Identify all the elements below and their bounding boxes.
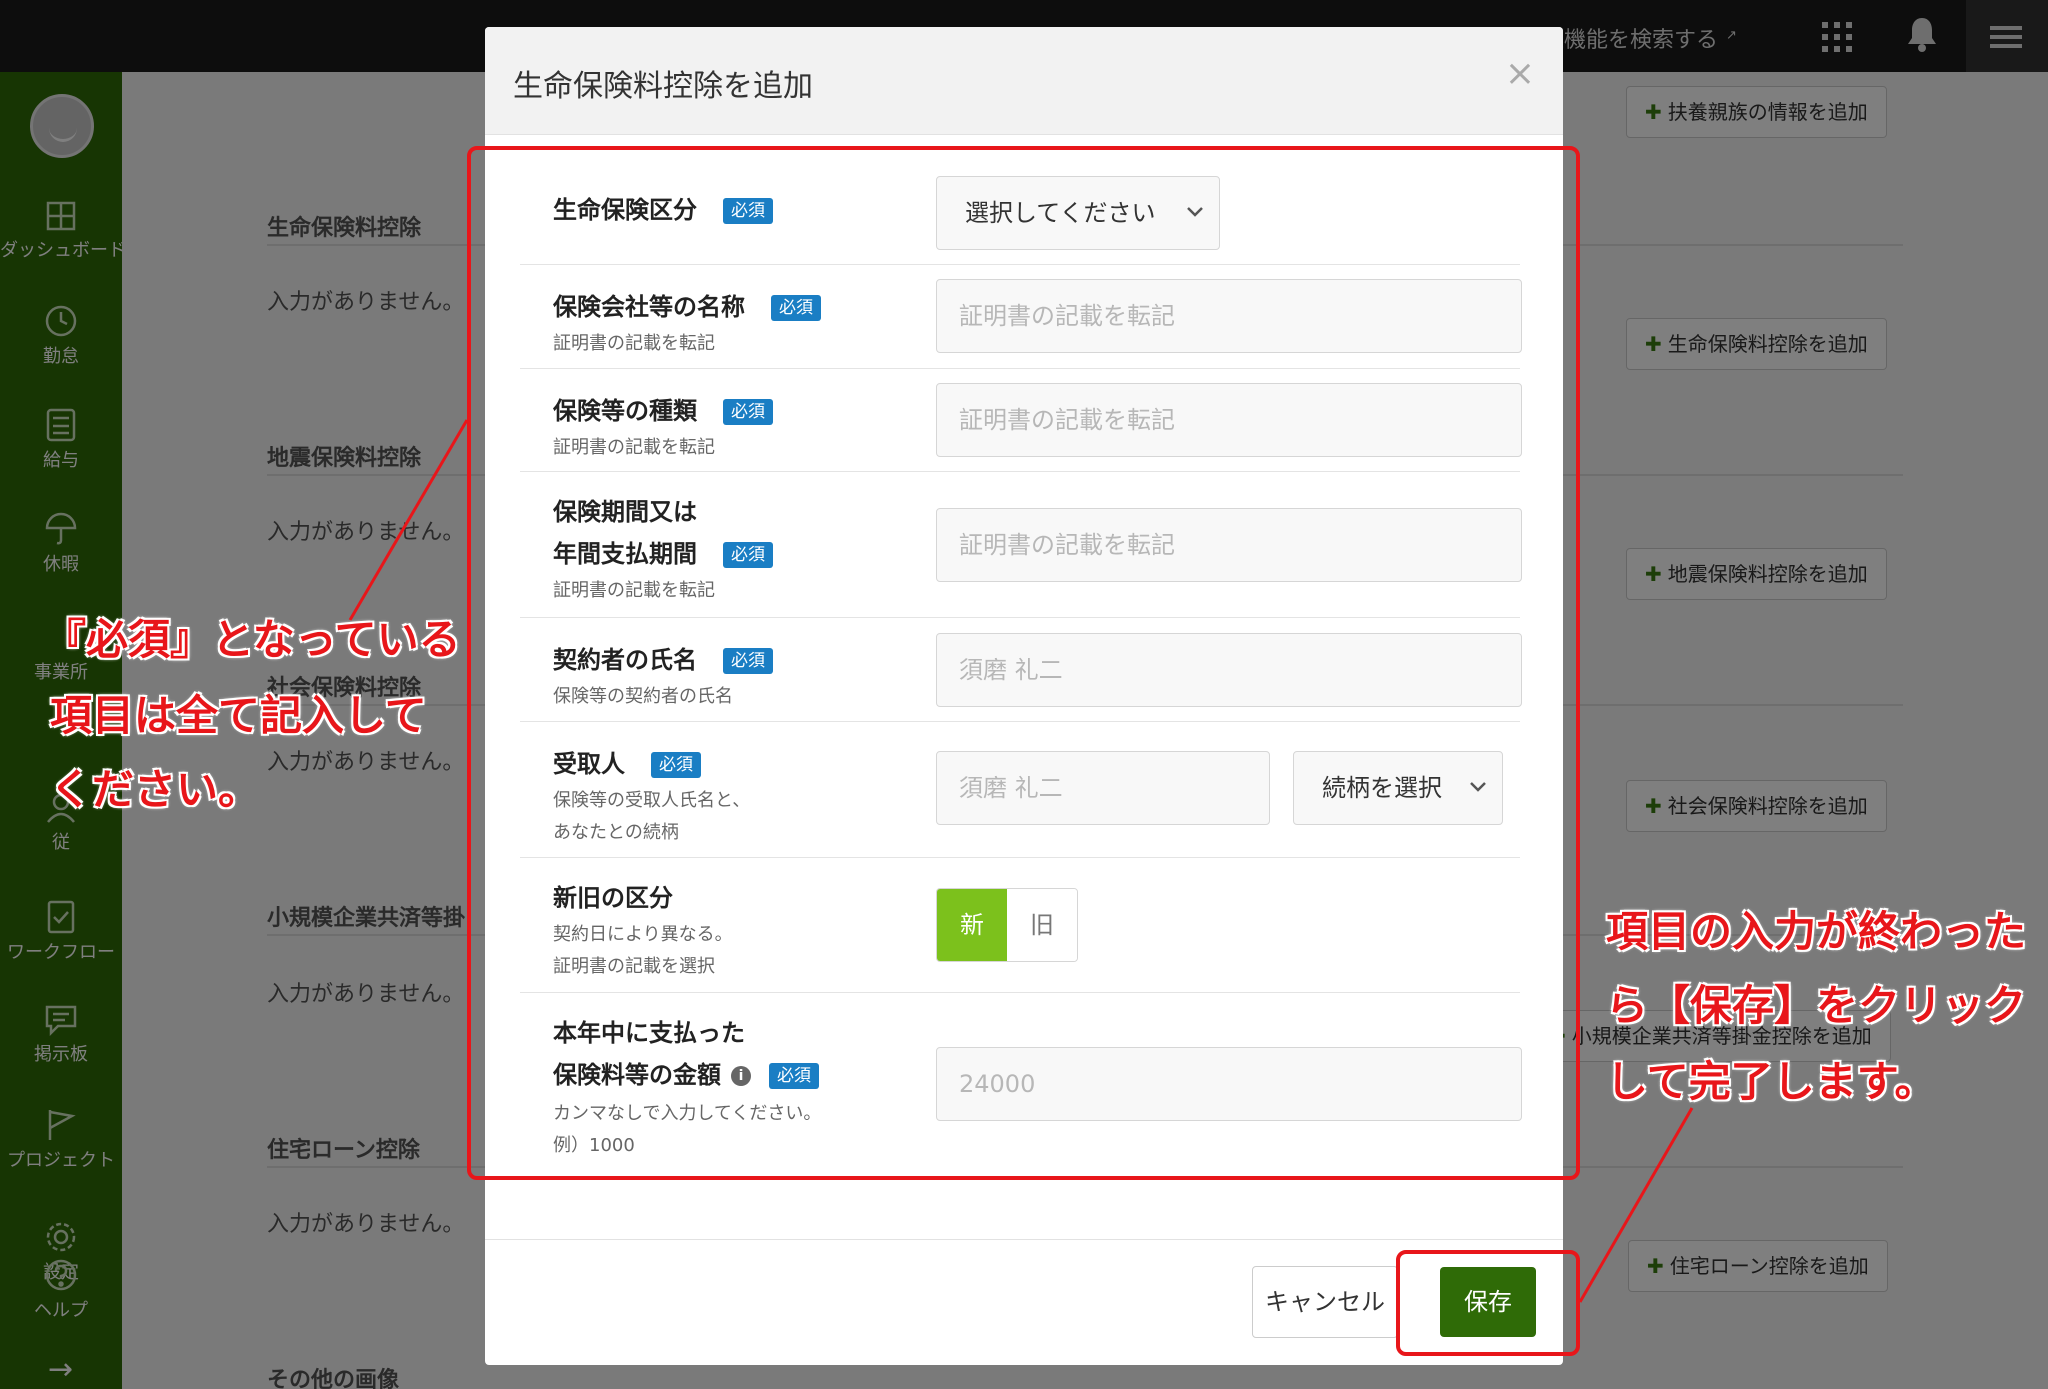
annotation-left-line-2: 項目は全て記入して (50, 691, 427, 740)
annotation-left-line-3: ください。 (50, 765, 261, 814)
annotation-form-highlight (467, 146, 1580, 1180)
annotation-right-line-2: ら【保存】をクリック (1606, 981, 2027, 1030)
annotation-right-line-3: して完了します。 (1606, 1057, 1937, 1106)
annotation-save-highlight (1396, 1250, 1580, 1356)
close-icon[interactable]: × (1505, 53, 1535, 94)
modal-title: 生命保険料控除を追加 (513, 69, 813, 104)
annotation-right-line-1: 項目の入力が終わった (1606, 907, 2027, 956)
modal-header: 生命保険料控除を追加 × (485, 27, 1563, 135)
annotation-left-line-1: 『必須』となっている (44, 615, 461, 664)
cancel-button[interactable]: キャンセル (1252, 1266, 1398, 1338)
